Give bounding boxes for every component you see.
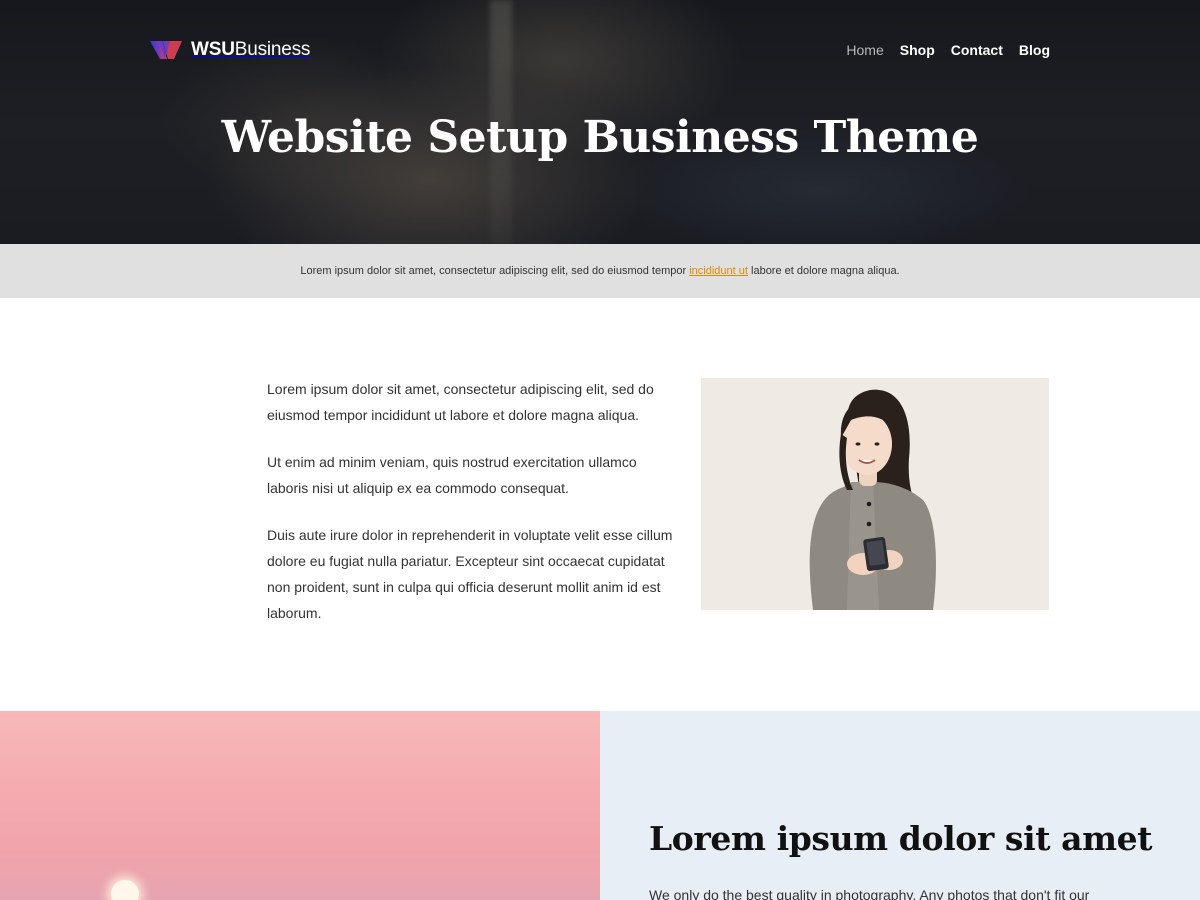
nav-item-home[interactable]: Home xyxy=(846,42,883,58)
intro-paragraph-1: Lorem ipsum dolor sit amet, consectetur … xyxy=(267,381,654,423)
notice-bar: Lorem ipsum dolor sit amet, consectetur … xyxy=(0,244,1200,298)
nav-item-blog[interactable]: Blog xyxy=(1019,42,1050,58)
notice-text: Lorem ipsum dolor sit amet, consectetur … xyxy=(300,265,900,277)
feature-title: Lorem ipsum dolor sit amet xyxy=(649,819,1153,858)
nav-item-contact[interactable]: Contact xyxy=(951,42,1003,58)
logo-text: WSUBusiness xyxy=(191,39,311,60)
notice-link[interactable]: incididunt ut xyxy=(689,265,748,277)
feature-text: We only do the best quality in photograp… xyxy=(649,887,1090,900)
intro-paragraph-2: Ut enim ad minim veniam, quis nostrud ex… xyxy=(267,454,637,496)
woman-with-phone-image xyxy=(701,378,1049,610)
nav-item-shop[interactable]: Shop xyxy=(900,42,935,58)
site-logo[interactable]: WSUBusiness xyxy=(150,38,310,62)
hero-banner: WSUBusiness Home Shop Contact Blog Websi… xyxy=(0,0,1200,244)
intro-paragraph-3: Duis aute irure dolor in reprehenderit i… xyxy=(267,527,673,621)
feature-section: Lorem ipsum dolor sit amet We only do th… xyxy=(600,711,1200,900)
intro-text: Lorem ipsum dolor sit amet, consectetur … xyxy=(267,376,677,647)
woman-illustration xyxy=(809,389,936,610)
hero-title: Website Setup Business Theme xyxy=(221,112,979,163)
sun-glow xyxy=(111,880,139,900)
sunset-image xyxy=(0,711,600,900)
main-nav: Home Shop Contact Blog xyxy=(846,42,1050,58)
logo-mark-icon xyxy=(150,41,182,59)
